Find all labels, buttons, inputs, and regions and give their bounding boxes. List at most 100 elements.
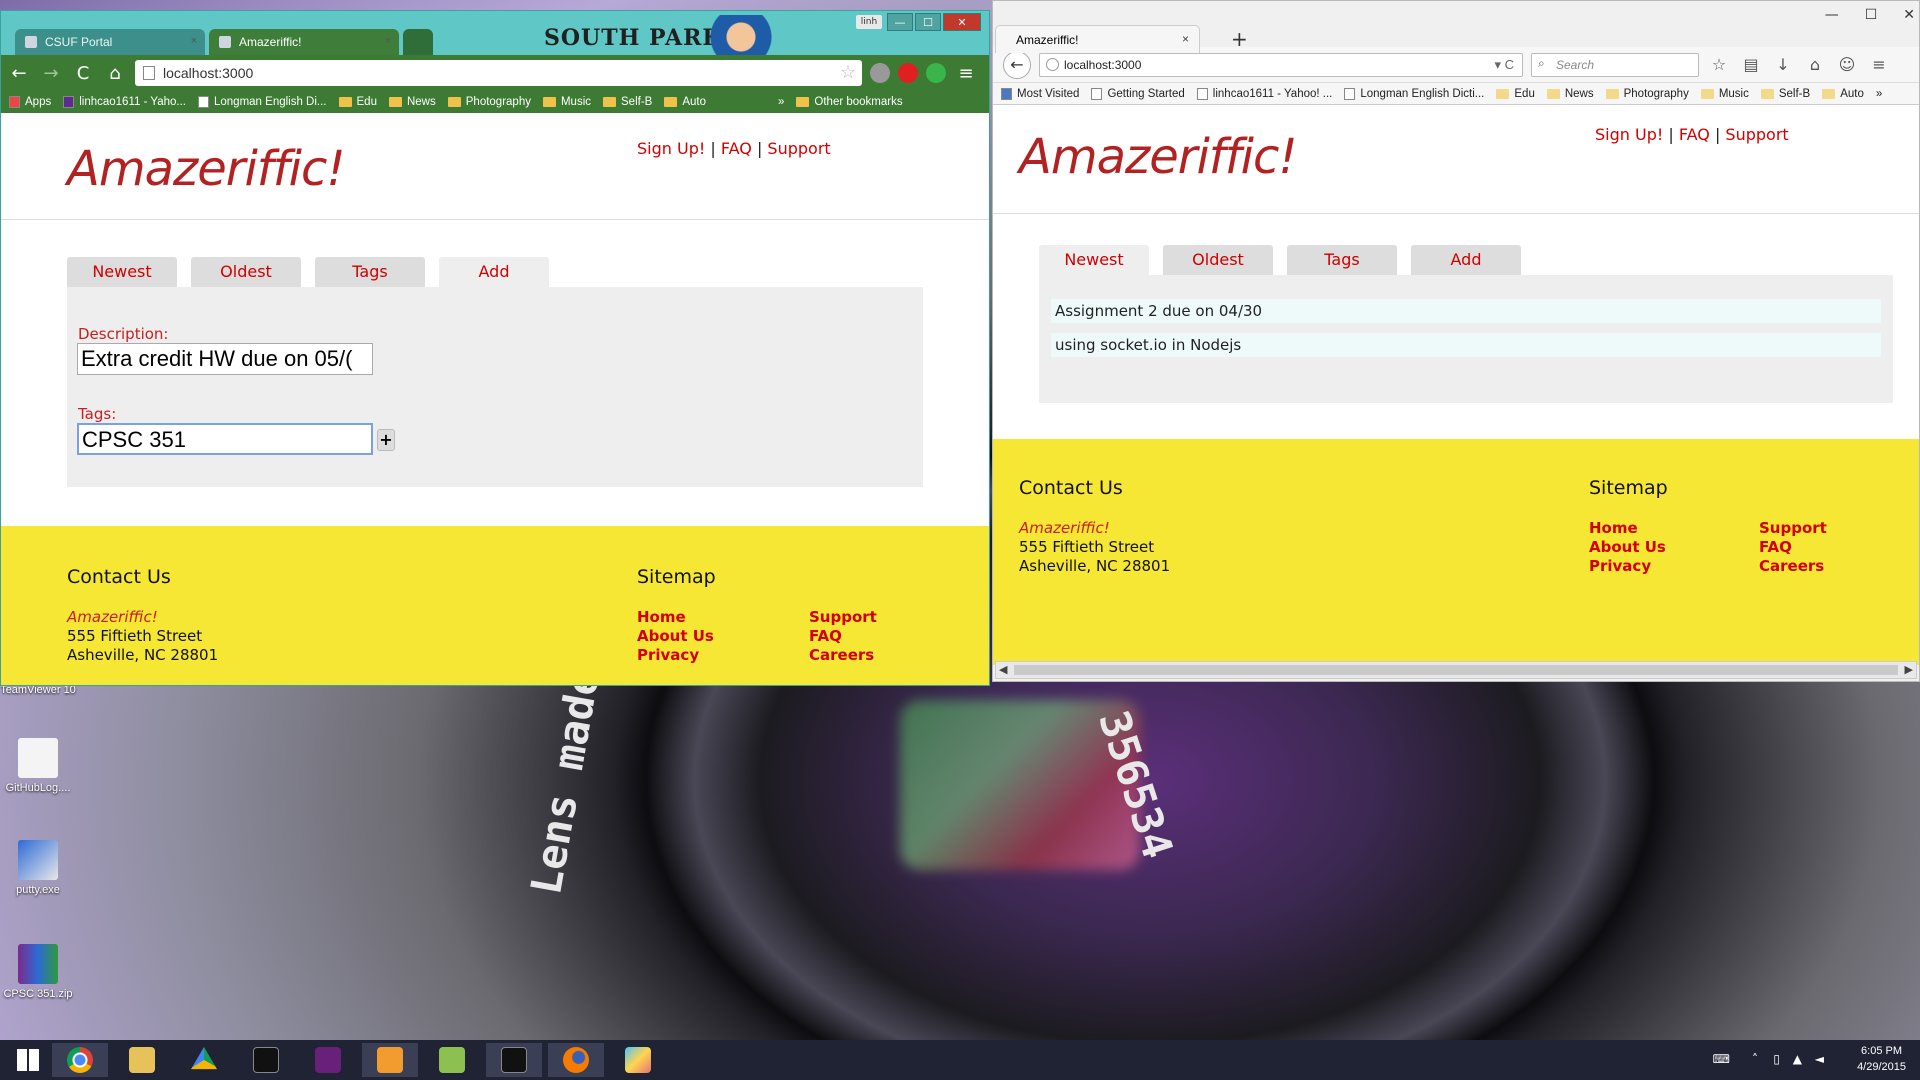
taskbar-explorer[interactable] <box>114 1043 170 1077</box>
tab-tags[interactable]: Tags <box>1287 245 1397 275</box>
tab-close-icon[interactable]: × <box>1182 32 1189 46</box>
footer-link-home[interactable]: Home <box>637 608 714 627</box>
faq-link[interactable]: FAQ <box>721 139 752 158</box>
signup-link[interactable]: Sign Up! <box>637 139 705 158</box>
reading-list-icon[interactable]: ▤ <box>1739 55 1763 74</box>
scroll-right-icon[interactable]: ▶ <box>1905 663 1913 676</box>
bookmarks-overflow[interactable]: » <box>1876 88 1882 100</box>
start-button[interactable] <box>0 1043 56 1077</box>
tab-amazeriffic[interactable]: Amazeriffic! × <box>209 29 399 55</box>
taskbar-chrome[interactable] <box>52 1043 108 1077</box>
bookmark-most-visited[interactable]: Most Visited <box>1001 87 1079 100</box>
tab-amazeriffic[interactable]: Amazeriffic! × <box>995 25 1200 53</box>
tab-close-icon[interactable]: × <box>191 35 197 47</box>
desktop-icon-githublog[interactable]: GitHubLog.... <box>0 738 76 794</box>
address-bar[interactable]: localhost:3000 ☆ <box>135 60 862 86</box>
support-link[interactable]: Support <box>767 139 830 158</box>
bookmark-folder-music[interactable]: Music <box>1700 88 1749 100</box>
bookmark-folder-news[interactable]: News <box>388 96 436 108</box>
footer-link-privacy[interactable]: Privacy <box>1589 557 1666 576</box>
bookmark-yahoo[interactable]: linhcao1611 - Yaho... <box>63 96 186 108</box>
bookmark-other[interactable]: Other bookmarks <box>796 96 903 108</box>
tab-add[interactable]: Add <box>1411 245 1521 275</box>
volume-icon[interactable]: ◄ <box>1815 1052 1824 1066</box>
chat-icon[interactable]: ☺ <box>1835 55 1859 74</box>
bookmark-star-icon[interactable]: ☆ <box>1707 55 1731 74</box>
menu-icon[interactable]: ≡ <box>1867 55 1891 74</box>
system-clock[interactable]: 6:05 PM 4/29/2015 <box>1857 1043 1906 1075</box>
tab-tags[interactable]: Tags <box>315 257 425 287</box>
keyboard-icon[interactable]: ⌨ <box>1713 1052 1730 1066</box>
reload-icon[interactable]: C <box>71 63 95 84</box>
home-icon[interactable]: ⌂ <box>1803 55 1827 74</box>
bookmark-yahoo[interactable]: linhcao1611 - Yahoo! ... <box>1196 87 1332 100</box>
signup-link[interactable]: Sign Up! <box>1595 125 1663 144</box>
reload-icon[interactable]: ▾ C <box>1494 57 1514 73</box>
back-icon[interactable]: ← <box>7 63 31 84</box>
tags-input[interactable]: CPSC 351 <box>77 423 373 455</box>
maximize-button[interactable]: ☐ <box>1865 7 1878 23</box>
home-icon[interactable]: ⌂ <box>103 63 127 84</box>
footer-link-faq[interactable]: FAQ <box>1759 538 1827 557</box>
network-icon[interactable]: ▲ <box>1793 1052 1802 1066</box>
bookmark-folder-selfb[interactable]: Self-B <box>1760 88 1810 100</box>
tray-expand-icon[interactable]: ˄ <box>1752 1052 1758 1066</box>
close-button[interactable]: ✕ <box>1903 7 1915 23</box>
tab-oldest[interactable]: Oldest <box>1163 245 1273 275</box>
tab-close-icon[interactable]: × <box>385 35 391 47</box>
footer-link-support[interactable]: Support <box>809 608 877 627</box>
taskbar-drive[interactable] <box>176 1043 232 1077</box>
taskbar-visual-studio[interactable] <box>300 1043 356 1077</box>
footer-link-about[interactable]: About Us <box>1589 538 1666 557</box>
bookmark-folder-edu[interactable]: Edu <box>338 96 377 108</box>
footer-link-privacy[interactable]: Privacy <box>637 646 714 665</box>
taskbar-paint[interactable] <box>610 1043 666 1077</box>
adblock-icon[interactable] <box>898 63 918 83</box>
bookmark-folder-edu[interactable]: Edu <box>1496 88 1535 100</box>
tab-newest[interactable]: Newest <box>1039 245 1149 275</box>
bookmark-folder-music[interactable]: Music <box>542 96 591 108</box>
footer-link-support[interactable]: Support <box>1759 519 1827 538</box>
site-logo[interactable]: Amazeriffic! <box>1019 129 1298 185</box>
chrome-window[interactable]: CSUF Portal × Amazeriffic! × SOUTH PARK … <box>0 10 990 686</box>
bookmark-folder-auto[interactable]: Auto <box>664 96 706 108</box>
close-button[interactable]: ✕ <box>943 13 981 31</box>
scroll-left-icon[interactable]: ◀ <box>999 663 1007 676</box>
bookmarks-overflow[interactable]: » <box>778 96 784 108</box>
description-input[interactable]: Extra credit HW due on 05/( <box>77 343 373 375</box>
battery-icon[interactable]: ▯ <box>1773 1052 1780 1066</box>
tab-newest[interactable]: Newest <box>67 257 177 287</box>
back-icon[interactable]: ← <box>1003 50 1031 79</box>
taskbar-sublime[interactable] <box>362 1043 418 1077</box>
footer-link-faq[interactable]: FAQ <box>809 627 877 646</box>
site-logo[interactable]: Amazeriffic! <box>67 141 346 197</box>
footer-link-home[interactable]: Home <box>1589 519 1666 538</box>
new-tab-button[interactable] <box>403 29 433 55</box>
bookmark-star-icon[interactable]: ☆ <box>840 62 856 83</box>
footer-link-careers[interactable]: Careers <box>809 646 877 665</box>
support-link[interactable]: Support <box>1725 125 1788 144</box>
taskbar-notepad[interactable] <box>424 1043 480 1077</box>
profile-badge[interactable]: linh <box>856 15 882 29</box>
bookmark-folder-photography[interactable]: Photography <box>447 96 531 108</box>
add-button[interactable]: + <box>377 429 395 451</box>
extension-icon[interactable] <box>870 63 890 83</box>
footer-link-careers[interactable]: Careers <box>1759 557 1827 576</box>
minimize-button[interactable]: — <box>1825 7 1839 23</box>
hangouts-icon[interactable] <box>926 63 946 83</box>
minimize-button[interactable]: — <box>887 13 913 31</box>
firefox-window[interactable]: Amazeriffic! × + — ☐ ✕ ← localhost:3000 … <box>992 0 1920 682</box>
new-tab-button[interactable]: + <box>1231 27 1248 51</box>
bookmark-folder-auto[interactable]: Auto <box>1822 88 1864 100</box>
search-box[interactable]: ⌕ Search <box>1531 52 1699 77</box>
desktop-icon-zip[interactable]: CPSC 351.zip <box>0 944 76 1000</box>
tab-csuf-portal[interactable]: CSUF Portal × <box>15 29 205 55</box>
download-icon[interactable]: ↓ <box>1771 55 1795 74</box>
bookmark-getting-started[interactable]: Getting Started <box>1091 87 1185 100</box>
taskbar-cmd-2[interactable] <box>486 1043 542 1077</box>
taskbar-firefox[interactable] <box>548 1043 604 1077</box>
bookmark-folder-photography[interactable]: Photography <box>1605 88 1689 100</box>
bookmark-longman[interactable]: Longman English Di... <box>198 96 327 108</box>
bookmark-longman[interactable]: Longman English Dicti... <box>1344 87 1484 100</box>
maximize-button[interactable]: ☐ <box>915 13 941 31</box>
